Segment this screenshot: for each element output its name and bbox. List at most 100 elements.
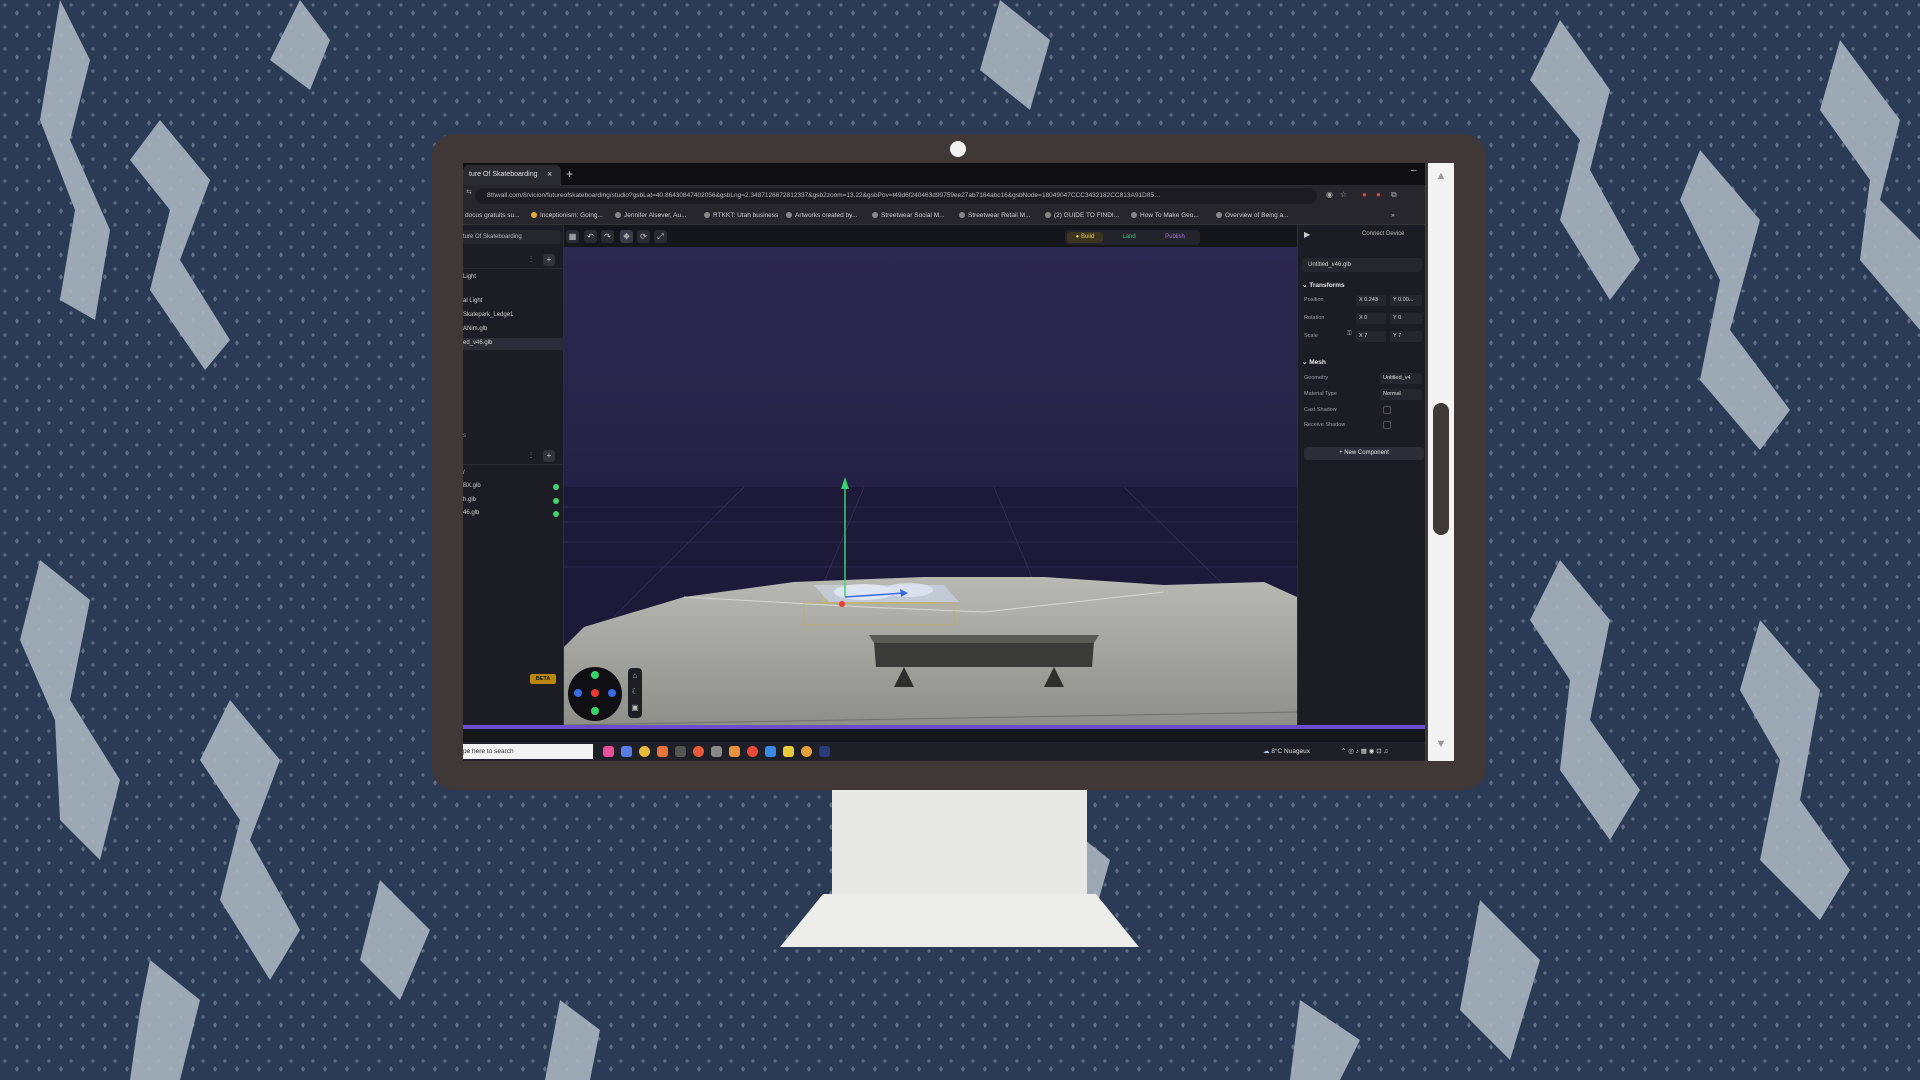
receive-shadow-checkbox[interactable] [1383, 421, 1391, 429]
filter-icon[interactable]: ⫶ [525, 450, 537, 462]
moon-icon[interactable]: ☾ [628, 684, 642, 700]
scene-tree-item[interactable]: Light [463, 272, 564, 284]
material-type-select[interactable]: Normal [1380, 389, 1422, 400]
extension-red-icon[interactable]: ● [1362, 191, 1367, 199]
photoshop-icon[interactable] [819, 746, 830, 757]
tab-land[interactable]: Land [1113, 232, 1145, 243]
extensions-icon[interactable]: ⧉ [1391, 191, 1397, 199]
home-icon[interactable]: ⌂ [628, 668, 642, 684]
mesh-section[interactable]: ⌄ Mesh [1302, 358, 1326, 366]
inspector-toolbar: ▶ Connect Device [1298, 225, 1425, 247]
asset-item[interactable]: h.glb [463, 495, 564, 507]
scale-icon[interactable]: ⤢ [654, 230, 667, 243]
app-icon[interactable] [765, 746, 776, 757]
receive-shadow-label: Receive Shadow [1304, 422, 1346, 428]
app-icon[interactable] [711, 746, 722, 757]
position-y-field[interactable]: Y 0.00... [1390, 295, 1422, 306]
transforms-section[interactable]: ⌄ Transforms [1302, 281, 1345, 289]
status-badge [553, 498, 559, 504]
bookmarks-overflow-button[interactable]: » [1391, 212, 1395, 219]
status-badge [553, 484, 559, 490]
star-icon[interactable]: ☆ [1340, 191, 1347, 199]
scene-tree-item[interactable] [463, 284, 564, 296]
scene-tree-item[interactable]: al Light [463, 296, 564, 308]
weather-widget[interactable]: ☁ 8°C Nuageux [1263, 747, 1310, 755]
rotation-x-field[interactable]: X 0 [1356, 313, 1386, 324]
new-tab-button[interactable]: + [566, 167, 573, 181]
app-icon[interactable] [675, 746, 686, 757]
bookmark[interactable]: Artworks created by... [786, 212, 857, 219]
app-icon[interactable] [657, 746, 668, 757]
cast-shadow-checkbox[interactable] [1383, 406, 1391, 414]
bookmark[interactable]: (2) GUIDE TO FINDI... [1045, 212, 1119, 219]
map-icon[interactable]: ▦ [566, 230, 579, 243]
camera-icon[interactable]: ▣ [628, 700, 642, 716]
scrollbar-thumb[interactable] [1433, 403, 1449, 535]
project-name[interactable]: ture Of Skateboarding [463, 230, 561, 244]
app-icon[interactable] [747, 746, 758, 757]
system-tray-icons[interactable]: ⌃ ◎ ♪ ▦ ◉ ⊡ ♫ [1341, 747, 1388, 755]
geometry-select[interactable]: Untitled_v4 [1380, 373, 1422, 384]
move-icon[interactable]: ✥ [620, 230, 633, 243]
app-icon[interactable] [729, 746, 740, 757]
bookmark[interactable]: Streetwear Retail M... [959, 212, 1031, 219]
position-x-field[interactable]: X 0.243 [1356, 295, 1386, 306]
add-asset-button[interactable]: + [543, 450, 555, 462]
scene-tree-item[interactable]: Skatepark_Ledge1 [463, 310, 564, 322]
browser-tab[interactable]: ture Of Skateboarding × [463, 165, 561, 185]
gizmo-x-handle [839, 601, 845, 607]
bookmark[interactable]: docus gratuits su... [465, 212, 520, 219]
window-minimize-button[interactable]: – [1411, 165, 1417, 176]
connect-device-button[interactable]: Connect Device [1362, 231, 1404, 237]
mode-switcher: ● Build Land Publish [1065, 230, 1200, 245]
orientation-gizmo[interactable] [568, 667, 622, 721]
site-info-icon[interactable]: ⇆ [466, 188, 472, 196]
rotation-y-field[interactable]: Y 0 [1390, 313, 1422, 324]
tab-publish[interactable]: Publish [1155, 232, 1195, 243]
chrome-icon[interactable] [639, 746, 650, 757]
filter-icon[interactable]: ⫶ [525, 254, 537, 266]
rotation-label: Rotation [1304, 315, 1325, 321]
scale-x-field[interactable]: X 7 [1356, 331, 1386, 342]
bookmark[interactable]: Streetwear Social M... [872, 212, 945, 219]
windows-taskbar: pe here to search ☁ 8°C Nuageux ⌃ ◎ ♪ ▦ … [463, 742, 1425, 761]
rotate-icon[interactable]: ⟳ [637, 230, 650, 243]
location-icon[interactable]: ◉ [1326, 191, 1333, 199]
scene-tree-item-selected[interactable]: ed_v46.glb [463, 338, 564, 350]
object-name-field[interactable]: Untitled_v46.glb [1302, 258, 1422, 272]
scene-tree-item[interactable]: ANim.glb [463, 324, 564, 336]
scale-y-field[interactable]: Y 7 [1390, 331, 1422, 342]
bookmark[interactable]: RTKKT: Utah business [704, 212, 778, 219]
bookmark[interactable]: Overview of Being a... [1216, 212, 1289, 219]
play-icon[interactable]: ▶ [1304, 230, 1310, 239]
app-icon[interactable] [621, 746, 632, 757]
app-icon[interactable] [801, 746, 812, 757]
folder-icon[interactable] [783, 746, 794, 757]
scroll-down-icon[interactable]: ▼ [1432, 738, 1450, 750]
bookmark[interactable]: How To Make Geo... [1131, 212, 1199, 219]
skate-ledge [874, 642, 1094, 667]
app-icon[interactable] [603, 746, 614, 757]
monitor-stand-neck [832, 790, 1087, 894]
tab-build[interactable]: ● Build [1067, 232, 1103, 243]
asset-item[interactable]: BX.glb [463, 481, 564, 493]
lock-icon[interactable]: ⚿ [1347, 331, 1352, 338]
firefox-icon[interactable] [693, 746, 704, 757]
3d-viewport[interactable]: ⌂ ☾ ▣ [564, 247, 1297, 725]
scroll-up-icon[interactable]: ▲ [1432, 170, 1450, 182]
url-field[interactable]: 8thwall.com/8/vicion/futureofskateboardi… [475, 188, 1317, 204]
bookmark[interactable]: Jennifer Alsever, Au... [615, 212, 687, 219]
assets-header: ⫶ + [463, 447, 564, 465]
new-component-button[interactable]: + New Component [1304, 447, 1424, 460]
asset-item[interactable]: 46.glb [463, 508, 564, 520]
taskbar-search-input[interactable]: pe here to search [463, 744, 593, 759]
bookmark[interactable]: Inceptionism: Going... [531, 212, 603, 219]
add-object-button[interactable]: + [543, 254, 555, 266]
assets-folder[interactable]: / [463, 468, 564, 480]
viewport-side-controls: ⌂ ☾ ▣ [628, 668, 642, 718]
pinterest-icon[interactable]: ● [1376, 191, 1381, 199]
undo-icon[interactable]: ↶ [584, 230, 597, 243]
redo-icon[interactable]: ↷ [601, 230, 614, 243]
status-badge [553, 511, 559, 517]
tab-close-icon[interactable]: × [547, 169, 552, 179]
